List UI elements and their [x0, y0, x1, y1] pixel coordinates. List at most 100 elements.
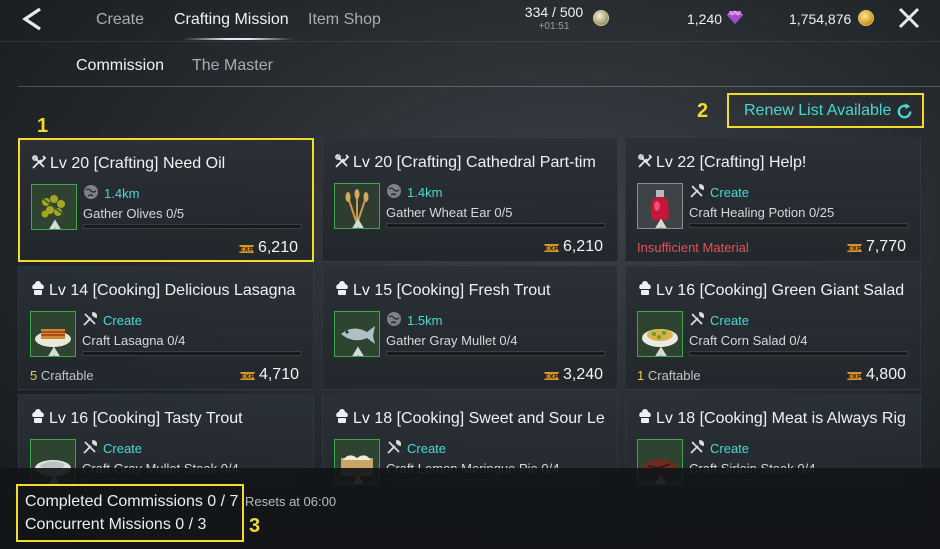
- create-link[interactable]: Create: [103, 441, 142, 456]
- create-link[interactable]: Create: [103, 313, 142, 328]
- grade-badge-icon: [336, 216, 364, 228]
- gem-count: 1,240: [687, 11, 723, 27]
- exp-icon: EXP: [543, 369, 559, 381]
- craftable-number: 5: [30, 368, 38, 383]
- gold-count: 1,754,876: [789, 11, 852, 27]
- commission-title: Lv 16 [Cooking] Tasty Trout: [30, 409, 243, 428]
- commission-title: Lv 20 [Crafting] Need Oil: [31, 154, 225, 173]
- reset-time-text: Resets at 06:00: [245, 494, 337, 509]
- top-divider: [0, 41, 940, 42]
- annotation-marker-1: 1: [37, 115, 49, 137]
- exp-reward: EXP 4,800: [846, 366, 906, 384]
- commission-card[interactable]: Lv 22 [Crafting] Help! Create Craft Healin…: [625, 138, 921, 262]
- create-link[interactable]: Create: [710, 441, 749, 456]
- task-text: Craft Lasagna 0/4: [82, 333, 186, 348]
- refresh-icon: [897, 103, 912, 119]
- grade-badge-icon: [336, 344, 364, 356]
- commission-summary: Completed Commissions 0 / 7 Concurrent M…: [16, 484, 244, 542]
- concurrent-missions-text: Concurrent Missions 0 / 3: [25, 516, 207, 533]
- task-text: Craft Corn Salad 0/4: [689, 333, 808, 348]
- renew-list-label: Renew List Available: [744, 101, 892, 119]
- commission-card[interactable]: Lv 14 [Cooking] Delicious Lasagna Create C…: [18, 266, 314, 390]
- commission-card[interactable]: Lv 20 [Crafting] Cathedral Part-tim 1.4km…: [322, 138, 618, 262]
- svg-text:EXP: EXP: [239, 246, 253, 254]
- commission-grid: Lv 20 [Crafting] Need Oil 1.4km Gather Oli…: [18, 138, 940, 518]
- chef-hat-icon: [30, 281, 46, 297]
- craftable-label: Craftable: [40, 368, 94, 383]
- tab-crafting-mission[interactable]: Crafting Mission: [174, 11, 289, 29]
- hammer-icon: [82, 439, 98, 455]
- exp-reward: EXP 4,710: [239, 366, 299, 384]
- exp-value: 3,240: [562, 366, 603, 383]
- svg-text:EXP: EXP: [240, 373, 254, 381]
- exp-reward: EXP 6,210: [543, 238, 603, 256]
- stamina-value: 334 / 500: [524, 4, 584, 20]
- svg-text:EXP: EXP: [847, 373, 861, 381]
- create-link[interactable]: Create: [710, 185, 749, 200]
- grade-badge-icon: [639, 216, 667, 228]
- globe-icon: [386, 183, 402, 199]
- commission-title-text: Lv 18 [Cooking] Sweet and Sour Le: [353, 410, 605, 427]
- subtab-divider: [18, 86, 940, 87]
- grade-badge-icon: [33, 217, 61, 229]
- active-tab-underline: [183, 38, 293, 40]
- create-link[interactable]: Create: [407, 441, 446, 456]
- lasagna-icon: [30, 311, 76, 357]
- subtab-commission[interactable]: Commission: [76, 57, 164, 75]
- crafting-tools-icon: [31, 154, 47, 170]
- commission-title: Lv 20 [Crafting] Cathedral Part-tim: [334, 153, 596, 172]
- commission-title: Lv 16 [Cooking] Green Giant Salad: [637, 281, 904, 300]
- exp-icon: EXP: [846, 241, 862, 253]
- stamina-regen-timer: +01:51: [538, 21, 570, 32]
- gold-coin-icon: [858, 10, 874, 26]
- close-icon[interactable]: [897, 6, 921, 30]
- commission-card[interactable]: Lv 16 [Cooking] Green Giant Salad Create C…: [625, 266, 921, 390]
- back-arrow-icon[interactable]: [18, 6, 46, 32]
- craftable-count: 1 Craftable: [637, 368, 701, 383]
- subtab-the-master[interactable]: The Master: [192, 57, 273, 75]
- globe-icon: [83, 184, 99, 200]
- task-text: Craft Healing Potion 0/25: [689, 205, 835, 220]
- task-text: Gather Wheat Ear 0/5: [386, 205, 513, 220]
- craftable-count: 5 Craftable: [30, 368, 94, 383]
- commission-title-text: Lv 22 [Crafting] Help!: [656, 154, 807, 171]
- completed-commissions-text: Completed Commissions 0 / 7: [25, 493, 239, 510]
- exp-value: 4,710: [258, 366, 299, 383]
- renew-list-button[interactable]: Renew List Available: [727, 93, 924, 128]
- stamina-display: 334 / 500 +01:51: [514, 4, 594, 32]
- commission-title-text: Lv 16 [Cooking] Tasty Trout: [49, 410, 243, 427]
- insufficient-material-text: Insufficient Material: [637, 240, 749, 255]
- hammer-icon: [386, 439, 402, 455]
- task-progress-bar: [689, 223, 908, 228]
- salad-icon: [637, 311, 683, 357]
- commission-title: Lv 18 [Cooking] Meat is Always Rig: [637, 409, 906, 428]
- task-text: Gather Olives 0/5: [83, 206, 185, 221]
- crafting-tools-icon: [637, 153, 653, 169]
- exp-value: 6,210: [562, 238, 603, 255]
- tab-item-shop[interactable]: Item Shop: [308, 11, 381, 29]
- hammer-icon: [689, 183, 705, 199]
- svg-text:EXP: EXP: [544, 245, 558, 253]
- task-progress-bar: [83, 224, 302, 229]
- commission-card[interactable]: Lv 20 [Crafting] Need Oil 1.4km Gather Oli…: [18, 138, 314, 262]
- exp-icon: EXP: [238, 242, 254, 254]
- distance-text: 1.4km: [407, 185, 443, 200]
- exp-icon: EXP: [239, 369, 255, 381]
- annotation-marker-3: 3: [249, 515, 261, 537]
- distance-text: 1.5km: [407, 313, 443, 328]
- hammer-icon: [689, 311, 705, 327]
- stamina-coin-icon: [593, 10, 609, 26]
- commission-card[interactable]: Lv 15 [Cooking] Fresh Trout 1.5km Gather G…: [322, 266, 618, 390]
- diamond-icon: [727, 10, 743, 25]
- exp-value: 7,770: [865, 238, 906, 255]
- task-text: Gather Gray Mullet 0/4: [386, 333, 518, 348]
- distance-text: 1.4km: [104, 186, 140, 201]
- commission-title-text: Lv 18 [Cooking] Meat is Always Rig: [656, 410, 906, 427]
- create-link[interactable]: Create: [710, 313, 749, 328]
- exp-value: 4,800: [865, 366, 906, 383]
- exp-reward: EXP 6,210: [238, 239, 298, 257]
- exp-reward: EXP 3,240: [543, 366, 603, 384]
- hammer-icon: [689, 439, 705, 455]
- tab-create[interactable]: Create: [96, 11, 144, 29]
- chef-hat-icon: [334, 281, 350, 297]
